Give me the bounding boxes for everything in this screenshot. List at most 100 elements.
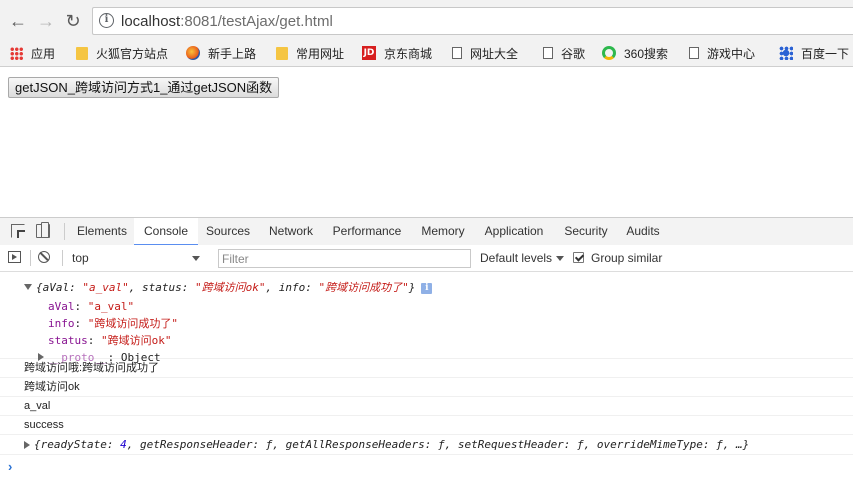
inspect-element-icon[interactable] [11, 224, 25, 238]
expand-triangle-icon[interactable] [24, 441, 30, 449]
show-drawer-icon[interactable] [8, 251, 21, 263]
tab-performance[interactable]: Performance [328, 218, 406, 245]
console-xhr-message: {readyState: 4, getResponseHeader: ƒ, ge… [0, 435, 853, 455]
tab-elements[interactable]: Elements [72, 218, 132, 245]
property-value: "跨域访问ok" [101, 334, 172, 347]
xhr-preview-rest: , getResponseHeader: ƒ, getAllResponseHe… [126, 438, 750, 451]
object-preview-key: , info: [265, 281, 319, 294]
bookmark-google[interactable]: 谷歌 [543, 45, 585, 61]
property-row: info: "跨域访问成功了" [48, 317, 178, 330]
console-toolbar: top Default levels Group similar [0, 245, 853, 272]
page-icon [689, 47, 699, 59]
bookmark-apps[interactable]: 应用 [10, 45, 55, 61]
object-properties: aVal: "a_val" info: "跨域访问成功了" status: "跨… [24, 298, 853, 366]
group-similar-checkbox[interactable] [573, 252, 584, 263]
folder-icon [76, 46, 88, 60]
url-path: :8081/testAjax/get.html [180, 13, 333, 30]
bookmark-common-sites[interactable]: 常用网址 [276, 45, 344, 61]
bookmark-label: 百度一下 [801, 46, 850, 61]
devtools-tab-bar: Elements Console Sources Network Perform… [0, 218, 853, 246]
object-preview[interactable]: {aVal: "a_val", status: "跨域访问ok", info: … [24, 279, 853, 295]
property-value: "跨域访问成功了" [87, 317, 178, 330]
tab-security[interactable]: Security [558, 218, 614, 245]
tab-network[interactable]: Network [260, 218, 322, 245]
tab-application[interactable]: Application [478, 218, 550, 245]
forward-arrow-icon[interactable]: → [35, 10, 57, 32]
page-icon [452, 47, 462, 59]
bookmark-game-center[interactable]: 游戏中心 [689, 45, 755, 61]
tab-memory[interactable]: Memory [414, 218, 472, 245]
levels-dropdown[interactable]: Default levels [480, 251, 552, 265]
console-log: {aVal: "a_val", status: "跨域访问ok", info: … [0, 271, 853, 477]
chevron-down-icon[interactable] [192, 256, 200, 261]
bookmark-firefox-site[interactable]: 火狐官方站点 [76, 45, 168, 61]
bookmark-label: 游戏中心 [707, 46, 756, 61]
tab-sources[interactable]: Sources [200, 218, 256, 245]
bookmark-baidu[interactable]: 百度一下 [779, 45, 849, 61]
property-key: status [48, 334, 88, 347]
360-search-icon [602, 46, 616, 60]
folder-icon [276, 46, 288, 60]
tab-audits[interactable]: Audits [620, 218, 666, 245]
property-key: aVal [48, 300, 75, 313]
console-prompt-row[interactable]: › [0, 455, 853, 477]
tab-console[interactable]: Console [134, 218, 198, 246]
property-key: info [48, 317, 75, 330]
xhr-ready-state: 4 [120, 438, 127, 451]
xhr-preview-key: {readyState: [34, 438, 121, 451]
expand-triangle-icon[interactable] [24, 284, 32, 290]
filter-input[interactable] [218, 249, 471, 268]
bookmark-new-user[interactable]: 新手上路 [186, 45, 256, 61]
console-log-line: 跨域访问ok [0, 378, 853, 397]
bookmark-label: 网址大全 [470, 46, 519, 61]
browser-toolbar: ← → ↻ i localhost:8081/testAjax/get.html [0, 0, 853, 40]
console-object-message: {aVal: "a_val", status: "跨域访问ok", info: … [0, 271, 853, 364]
property-value: "a_val" [87, 300, 135, 313]
bookmark-jd[interactable]: JD 京东商城 [362, 45, 432, 61]
object-preview-value: "a_val" [82, 281, 129, 294]
console-log-line: 跨域访问哦:跨域访问成功了 [0, 359, 853, 378]
bookmark-label: 谷歌 [561, 46, 586, 61]
object-preview-brace: { [36, 281, 43, 294]
site-info-icon[interactable]: i [99, 13, 114, 28]
xhr-preview[interactable]: {readyState: 4, getResponseHeader: ƒ, ge… [24, 438, 749, 451]
object-preview-value: "跨域访问成功了" [318, 281, 409, 294]
object-preview-brace: } [408, 281, 416, 294]
bookmark-label: 京东商城 [384, 46, 433, 61]
property-row: status: "跨域访问ok" [48, 334, 172, 347]
chevron-down-icon[interactable] [556, 256, 564, 261]
bookmark-360-search[interactable]: 360搜索 [602, 45, 668, 61]
bookmark-label: 火狐官方站点 [96, 46, 169, 61]
address-bar[interactable]: i localhost:8081/testAjax/get.html [92, 7, 853, 35]
bookmark-label: 360搜索 [624, 46, 669, 61]
console-log-line: a_val [0, 397, 853, 416]
object-preview-key: aVal: [42, 281, 83, 294]
device-toolbar-icon[interactable] [36, 222, 50, 238]
url-host: localhost [121, 13, 181, 30]
bookmarks-bar: 应用 火狐官方站点 新手上路 常用网址 JD 京东商城 网址大全 谷歌 360搜索… [0, 40, 853, 67]
reload-icon[interactable]: ↻ [62, 10, 84, 32]
console-log-line: success [0, 416, 853, 435]
bookmark-label: 常用网址 [296, 46, 345, 61]
apps-grid-icon [10, 46, 23, 60]
group-similar-label: Group similar [591, 251, 663, 265]
page-icon [543, 47, 553, 59]
getjson-button[interactable]: getJSON_跨域访问方式1_通过getJSON函数 [8, 77, 280, 98]
object-preview-key: , status: [128, 281, 195, 294]
property-row: aVal: "a_val" [48, 300, 135, 313]
firefox-icon [186, 46, 200, 60]
toolbar-divider [62, 250, 63, 266]
url-text[interactable]: localhost:8081/testAjax/get.html [121, 13, 333, 30]
prompt-chevron-icon: › [8, 459, 13, 474]
bookmark-url-directory[interactable]: 网址大全 [452, 45, 518, 61]
bookmark-label: 新手上路 [208, 46, 257, 61]
back-arrow-icon[interactable]: ← [7, 10, 29, 32]
bookmark-label: 应用 [31, 46, 56, 61]
info-badge-icon[interactable]: i [421, 282, 433, 294]
toolbar-divider [30, 250, 31, 266]
baidu-paw-icon [779, 46, 793, 60]
devtools-panel: Elements Console Sources Network Perform… [0, 217, 853, 487]
toolbar-divider [64, 223, 65, 240]
clear-console-icon[interactable] [38, 251, 50, 263]
context-selector[interactable]: top [72, 251, 89, 265]
